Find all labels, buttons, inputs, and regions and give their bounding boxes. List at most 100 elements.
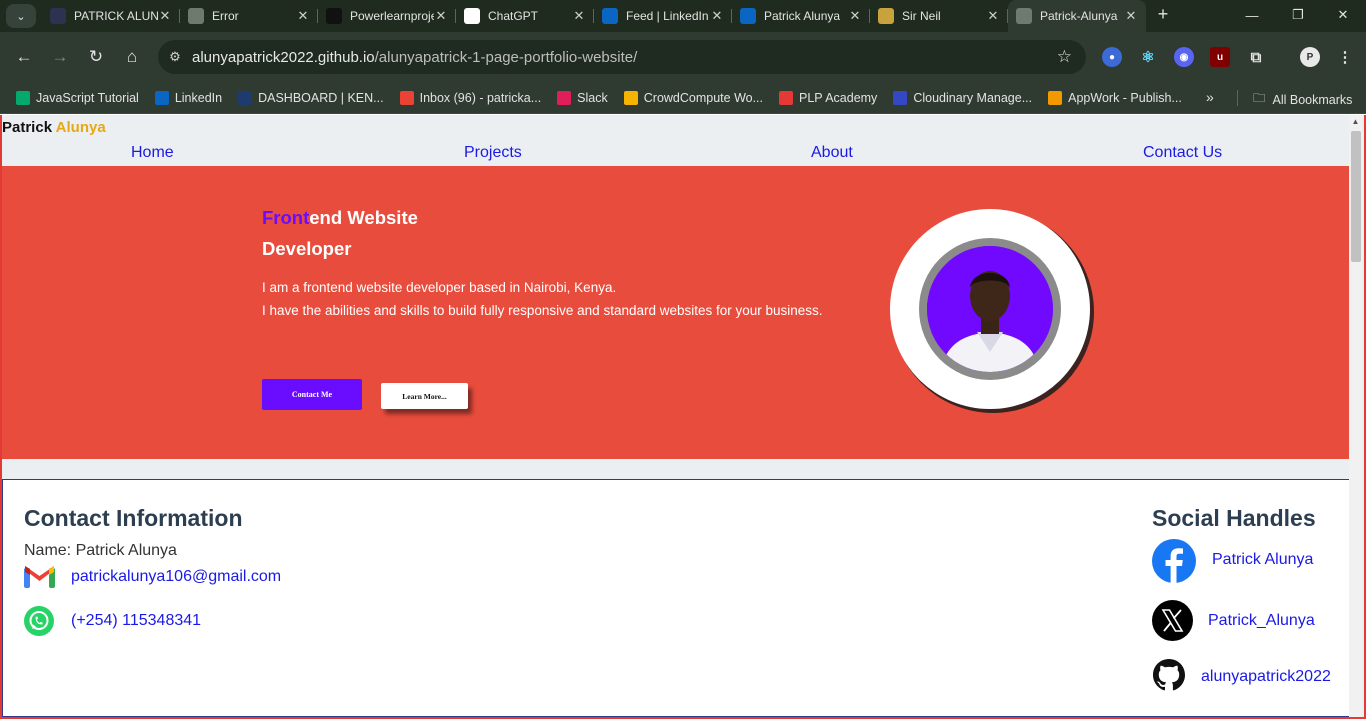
tab-title: Patrick Alunya bbox=[764, 9, 841, 23]
browser-tab[interactable]: Feed | LinkedIn ✕ bbox=[594, 0, 732, 32]
email-link[interactable]: patrickalunya106@gmail.com bbox=[71, 568, 281, 586]
tab-search-button[interactable]: ⌄ bbox=[6, 4, 36, 28]
url-text[interactable]: alunyapatrick2022.github.io/alunyapatric… bbox=[192, 49, 637, 66]
nav-home[interactable]: Home bbox=[131, 144, 174, 162]
menu-kebab-icon[interactable]: ⋮ bbox=[1335, 47, 1355, 67]
plp-icon bbox=[779, 90, 794, 105]
browser-tab[interactable]: ChatGPT ✕ bbox=[456, 0, 594, 32]
profile-photo bbox=[927, 246, 1053, 372]
bookmark-item[interactable]: DASHBOARD | KEN... bbox=[238, 90, 384, 105]
browser-tab[interactable]: Sir Neil ✕ bbox=[870, 0, 1008, 32]
tab-close-icon[interactable]: ✕ bbox=[434, 8, 448, 24]
facebook-link[interactable]: Patrick Alunya bbox=[1212, 551, 1313, 569]
browser-tab[interactable]: Powerlearnproject✕ bbox=[318, 0, 456, 32]
hero-title-rest: end Website bbox=[309, 207, 418, 228]
restore-button[interactable]: ❐ bbox=[1275, 0, 1321, 30]
bookmark-item[interactable]: Inbox (96) - patricka... bbox=[399, 90, 542, 105]
profile-portrait-frame bbox=[890, 209, 1090, 409]
tab-close-icon[interactable]: ✕ bbox=[710, 8, 724, 24]
contact-section: Contact Information Name: Patrick Alunya… bbox=[2, 479, 1351, 717]
browser-tab-bar: ⌄ PATRICK ALUNYA✕Error✕Powerlearnproject… bbox=[0, 0, 1366, 32]
chatgpt-icon bbox=[464, 8, 480, 24]
nav-projects[interactable]: Projects bbox=[464, 144, 522, 162]
bookmark-label: CrowdCompute Wo... bbox=[643, 90, 764, 105]
linkedin-icon bbox=[154, 90, 169, 105]
nav-contact-us[interactable]: Contact Us bbox=[1143, 144, 1222, 162]
dashboard-icon bbox=[238, 90, 253, 105]
bookmark-label: Inbox (96) - patricka... bbox=[419, 90, 542, 105]
new-tab-button[interactable]: + bbox=[1153, 4, 1173, 26]
bookmark-item[interactable]: PLP Academy bbox=[779, 90, 877, 105]
brand-last-name: Alunya bbox=[55, 119, 106, 136]
extensions-puzzle-icon[interactable]: ⧉ bbox=[1246, 47, 1266, 67]
globe-icon bbox=[1016, 8, 1032, 24]
browser-tab[interactable]: Patrick Alunya ✕ bbox=[732, 0, 870, 32]
browser-tab[interactable]: Patrick-Alunya ✕ bbox=[1008, 0, 1146, 32]
bookmark-label: AppWork - Publish... bbox=[1068, 90, 1182, 105]
tab-strip: PATRICK ALUNYA✕Error✕Powerlearnproject✕C… bbox=[42, 0, 1146, 32]
folder-icon: 🗀 bbox=[1253, 91, 1266, 105]
bookmarks-overflow-icon[interactable]: » bbox=[1206, 89, 1214, 105]
tab-title: Powerlearnproject bbox=[350, 9, 434, 23]
portrait-ring bbox=[919, 238, 1061, 380]
tab-close-icon[interactable]: ✕ bbox=[848, 8, 862, 24]
tab-title: Sir Neil bbox=[902, 9, 941, 23]
learn-more-button[interactable]: Learn More... bbox=[381, 383, 468, 409]
x-twitter-icon bbox=[1152, 600, 1193, 641]
bookmark-item[interactable]: CrowdCompute Wo... bbox=[623, 90, 764, 105]
bookmark-item[interactable]: Slack bbox=[557, 90, 608, 105]
bookmark-label: LinkedIn bbox=[174, 90, 223, 105]
forward-button[interactable]: → bbox=[48, 45, 72, 69]
whatsapp-icon bbox=[24, 606, 54, 636]
site-info-icon[interactable]: ⚙ bbox=[158, 49, 192, 65]
github-link[interactable]: alunyapatrick2022 bbox=[1201, 668, 1331, 686]
url-path: /alunyapatrick-1-page-portfolio-website/ bbox=[374, 48, 638, 66]
address-bar[interactable]: ⚙ alunyapatrick2022.github.io/alunyapatr… bbox=[158, 40, 1086, 74]
twitter-link[interactable]: Patrick_Alunya bbox=[1208, 612, 1315, 630]
bookmark-item[interactable]: JavaScript Tutorial bbox=[16, 90, 139, 105]
tab-title: Error bbox=[212, 9, 239, 23]
bookmark-item[interactable]: AppWork - Publish... bbox=[1048, 90, 1182, 105]
react-devtools-icon[interactable]: ⚛ bbox=[1138, 47, 1158, 67]
tab-close-icon[interactable]: ✕ bbox=[158, 8, 172, 24]
appwork-icon bbox=[1048, 90, 1063, 105]
github-icon bbox=[1153, 659, 1185, 691]
ublock-icon[interactable]: u bbox=[1210, 47, 1230, 67]
all-bookmarks-button[interactable]: 🗀 All Bookmarks bbox=[1253, 89, 1352, 110]
extension-ghost-icon[interactable]: ◉ bbox=[1174, 47, 1194, 67]
nav-about[interactable]: About bbox=[811, 144, 853, 162]
scroll-up-arrow-icon[interactable]: ▲ bbox=[1349, 117, 1362, 129]
bookmarks-divider bbox=[1237, 90, 1238, 106]
browser-tab[interactable]: Error ✕ bbox=[180, 0, 318, 32]
hero-intro-line2: I have the abilities and skills to build… bbox=[262, 303, 823, 318]
tab-close-icon[interactable]: ✕ bbox=[986, 8, 1000, 24]
profile-avatar[interactable]: P bbox=[1300, 47, 1320, 67]
minimize-button[interactable]: — bbox=[1229, 0, 1275, 30]
extension-chrome-icon[interactable]: ● bbox=[1102, 47, 1122, 67]
tab-title: Feed | LinkedIn bbox=[626, 9, 709, 23]
gmail-icon bbox=[399, 90, 414, 105]
bookmark-item[interactable]: LinkedIn bbox=[154, 90, 223, 105]
tab-close-icon[interactable]: ✕ bbox=[1124, 8, 1138, 24]
scrollbar-thumb[interactable] bbox=[1351, 131, 1361, 262]
social-heading: Social Handles bbox=[1152, 505, 1316, 531]
back-button[interactable]: ← bbox=[12, 45, 36, 69]
hero-section: Frontend Website Developer I am a fronten… bbox=[2, 166, 1351, 459]
site-brand: Patrick Alunya bbox=[2, 119, 106, 136]
phone-link[interactable]: (+254) 115348341 bbox=[71, 612, 201, 630]
browser-tab[interactable]: PATRICK ALUNYA✕ bbox=[42, 0, 180, 32]
contact-me-button[interactable]: Contact Me bbox=[262, 379, 362, 410]
hero-title: Frontend Website Developer bbox=[262, 202, 418, 264]
bookmark-item[interactable]: Cloudinary Manage... bbox=[893, 90, 1032, 105]
hero-title-highlight: Front bbox=[262, 207, 310, 228]
reload-button[interactable]: ↻ bbox=[84, 45, 108, 69]
tab-close-icon[interactable]: ✕ bbox=[296, 8, 310, 24]
page-viewport: Patrick Alunya Home Projects About Conta… bbox=[0, 115, 1366, 719]
github-octocat-icon bbox=[50, 8, 66, 24]
tab-close-icon[interactable]: ✕ bbox=[572, 8, 586, 24]
bookmark-star-icon[interactable]: ☆ bbox=[1057, 47, 1072, 67]
home-button[interactable]: ⌂ bbox=[120, 45, 144, 69]
person-silhouette-icon bbox=[927, 246, 1053, 372]
tab-title: PATRICK ALUNYA bbox=[74, 9, 158, 23]
close-window-button[interactable]: ✕ bbox=[1320, 0, 1366, 30]
